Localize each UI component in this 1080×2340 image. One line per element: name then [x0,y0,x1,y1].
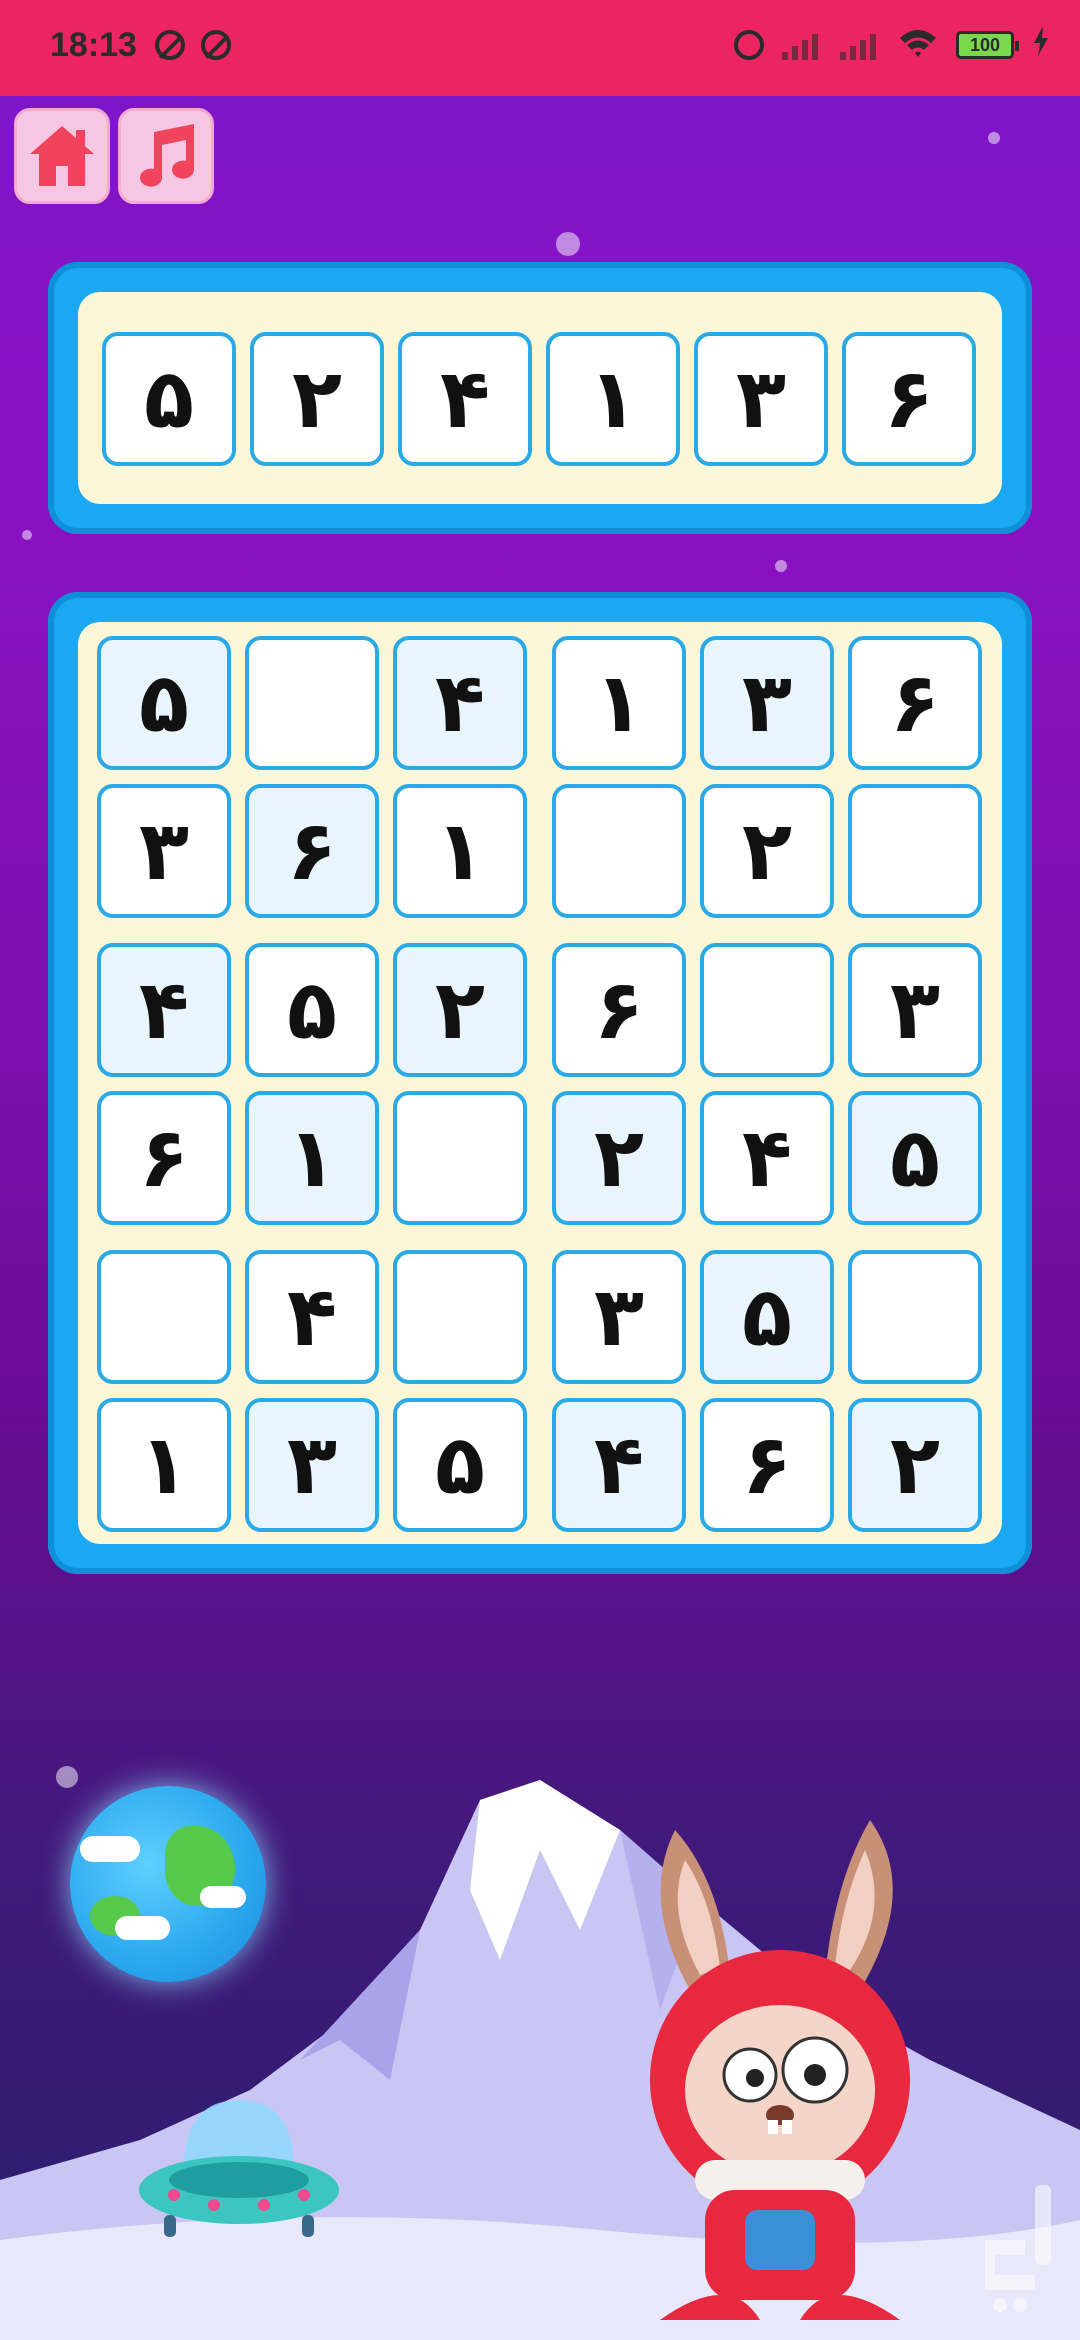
board-cell[interactable]: ۳ [848,943,982,1077]
answer-digit-cell: ۴ [398,332,532,466]
empty-board-cell[interactable] [393,1091,527,1225]
empty-board-cell[interactable] [700,943,834,1077]
status-right-icons: 100 [734,26,1050,63]
signal-icon [782,30,822,60]
board-cell[interactable]: ۳ [245,1398,379,1532]
astronaut-rabbit-mascot [650,1820,910,2320]
answer-digit-cell: ۲ [250,332,384,466]
board-cell[interactable]: ۶ [552,943,686,1077]
answer-digit-cell: ۳ [694,332,828,466]
answer-digit-cell: ۱ [546,332,680,466]
empty-board-cell[interactable] [97,1250,231,1384]
status-left-icons [155,30,231,60]
board-cell[interactable]: ۳ [552,1250,686,1384]
cafebazaar-watermark-logo [985,2185,1051,2312]
do-not-disturb-icon [155,30,185,60]
home-icon [30,126,94,186]
board-cell[interactable]: ۴ [700,1091,834,1225]
board-cell[interactable]: ۳ [700,636,834,770]
music-button[interactable] [118,108,214,204]
board-cell[interactable]: ۲ [552,1091,686,1225]
charging-bolt-icon [1032,26,1050,63]
ufo-illustration [139,2100,339,2237]
board-cell[interactable]: ۴ [245,1250,379,1384]
sudoku-board: ۵۴۱۳۶۳۶۱۲۴۵۲۶۳۶۱۲۴۵۴۳۵۱۳۵۴۶۲ [48,592,1032,1574]
star-decoration [556,232,580,256]
battery-icon: 100 [956,30,1019,59]
do-not-disturb-icon [201,30,231,60]
board-cell[interactable]: ۵ [848,1091,982,1225]
alarm-icon [734,29,764,60]
star-decoration [988,132,1000,144]
board-cell[interactable]: ۵ [245,943,379,1077]
home-button[interactable] [14,108,110,204]
star-decoration [22,530,32,540]
board-cell[interactable]: ۲ [393,943,527,1077]
signal-icon [840,30,880,60]
empty-board-cell[interactable] [393,1250,527,1384]
wifi-icon [898,28,938,62]
empty-board-cell[interactable] [848,1250,982,1384]
star-decoration [775,560,787,572]
board-cell[interactable]: ۳ [97,784,231,918]
board-cell[interactable]: ۵ [393,1398,527,1532]
board-cell[interactable]: ۶ [245,784,379,918]
board-cell[interactable]: ۵ [700,1250,834,1384]
board-cell[interactable]: ۶ [848,636,982,770]
board-cell[interactable]: ۴ [393,636,527,770]
board-cell[interactable]: ۲ [700,784,834,918]
empty-board-cell[interactable] [245,636,379,770]
answer-digit-cell: ۵ [102,332,236,466]
status-time: 18:13 [50,26,137,64]
board-cell[interactable]: ۱ [245,1091,379,1225]
board-cell[interactable]: ۴ [97,943,231,1077]
answer-digit-cell: ۶ [842,332,976,466]
board-cell[interactable]: ۱ [552,636,686,770]
earth-planet-illustration [70,1786,266,1982]
music-note-icon [140,124,194,187]
board-cell[interactable]: ۱ [393,784,527,918]
empty-board-cell[interactable] [552,784,686,918]
answer-panel: ۵۲۴۱۳۶ [48,262,1032,534]
board-cell[interactable]: ۶ [700,1398,834,1532]
board-cell[interactable]: ۵ [97,636,231,770]
empty-board-cell[interactable] [848,784,982,918]
board-cell[interactable]: ۴ [552,1398,686,1532]
board-cell[interactable]: ۶ [97,1091,231,1225]
board-cell[interactable]: ۱ [97,1398,231,1532]
status-bar: 18:13 100 [0,0,1080,96]
board-cell[interactable]: ۲ [848,1398,982,1532]
